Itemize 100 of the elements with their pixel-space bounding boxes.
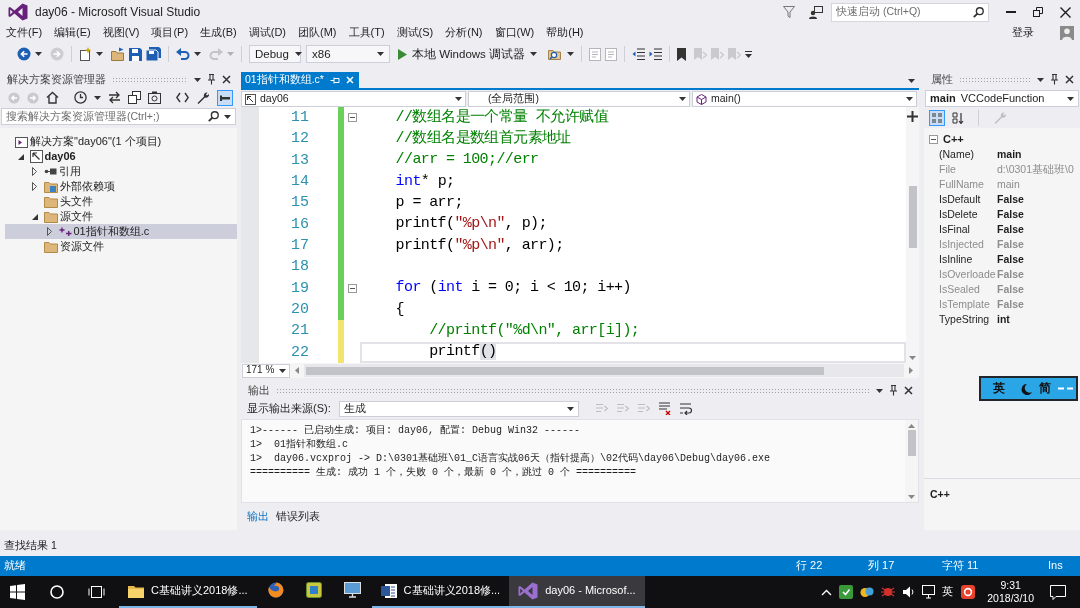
tree-item[interactable]: 资源文件 <box>44 239 104 254</box>
app-badge-icon[interactable] <box>961 585 976 599</box>
taskbar-button[interactable]: C基础讲义2018修... <box>119 576 257 608</box>
menu-item[interactable]: 测试(S) <box>390 26 440 40</box>
caret-icon[interactable] <box>876 388 883 393</box>
chevron-up-icon[interactable] <box>821 588 833 596</box>
task-view-icon[interactable] <box>88 586 105 598</box>
close-icon[interactable] <box>1060 6 1071 18</box>
caret-icon[interactable] <box>224 114 231 119</box>
menu-item[interactable]: 生成(B) <box>194 26 243 40</box>
open-folder-icon[interactable] <box>111 47 125 61</box>
ime-toolbar[interactable]: 英 简 <box>979 376 1078 401</box>
funnel-icon[interactable] <box>783 6 795 18</box>
vertical-scrollbar[interactable] <box>905 420 918 502</box>
scrollbar-thumb[interactable] <box>306 366 824 375</box>
search-field[interactable]: 搜索解决方案资源管理器(Ctrl+;) <box>1 108 236 125</box>
wrench-icon[interactable] <box>196 90 210 105</box>
clock-time[interactable]: 9:31 <box>1000 579 1021 592</box>
caret-icon[interactable] <box>1037 77 1044 82</box>
collapse-arrow-icon[interactable] <box>32 213 38 220</box>
scope-dropdown[interactable]: (全局范围) <box>468 91 690 107</box>
word-wrap-icon[interactable] <box>678 402 692 415</box>
start-debugging-button[interactable]: 本地 Windows 调试器 <box>395 45 541 63</box>
categorized-list-icon[interactable] <box>929 109 945 126</box>
notification-icon[interactable] <box>1050 584 1066 600</box>
taskbar-button[interactable]: day06 - Microsof... <box>509 576 645 608</box>
bookmark-icon[interactable] <box>677 47 687 61</box>
home-icon[interactable] <box>46 91 59 104</box>
speaker-icon[interactable] <box>902 585 916 599</box>
network-icon[interactable] <box>922 585 936 599</box>
scrollbar-thumb[interactable] <box>907 430 916 456</box>
close-icon[interactable] <box>904 386 913 395</box>
tree-item[interactable]: 解决方案"day06"(1 个项目) <box>15 134 162 149</box>
menu-item[interactable]: 项目(P) <box>145 26 195 40</box>
scroll-up-arrow-icon[interactable] <box>908 424 915 428</box>
save-icon[interactable] <box>129 47 142 61</box>
collapse-box-icon[interactable] <box>347 113 357 123</box>
sync-arrows-icon[interactable] <box>108 91 121 104</box>
input-language-indicator[interactable]: 英 <box>993 381 1005 396</box>
outdent-icon[interactable] <box>632 48 646 60</box>
quick-launch-field[interactable]: 快速启动 (Ctrl+Q) <box>831 2 989 22</box>
zoom-dropdown[interactable]: 171 % <box>242 363 290 378</box>
clock-date[interactable]: 2018/3/10 <box>987 592 1034 605</box>
tree-item[interactable]: 源文件 <box>31 209 93 224</box>
horizontal-scrollbar[interactable] <box>304 364 904 377</box>
collapse-box-icon[interactable] <box>929 135 938 144</box>
windows-logo-icon[interactable] <box>10 584 25 600</box>
feedback-icon[interactable] <box>809 5 823 19</box>
caret-icon[interactable] <box>94 95 101 100</box>
close-icon[interactable] <box>222 75 231 84</box>
back-icon[interactable] <box>17 47 31 61</box>
output-tab[interactable]: 输出 <box>245 509 271 524</box>
scroll-right-arrow-icon[interactable] <box>909 367 913 374</box>
check-badge-icon[interactable] <box>839 585 854 599</box>
expand-arrow-icon[interactable] <box>32 167 37 176</box>
pin-icon[interactable] <box>1050 74 1059 85</box>
dashes-icon[interactable] <box>1058 387 1073 390</box>
clock-icon[interactable] <box>74 91 87 104</box>
vertical-scrollbar[interactable] <box>906 107 919 363</box>
caret-icon[interactable] <box>567 52 575 56</box>
search-icon[interactable] <box>973 6 984 18</box>
pin-icon[interactable] <box>207 74 216 85</box>
menu-item[interactable]: 调试(D) <box>242 26 292 40</box>
user-silhouette-icon[interactable] <box>1060 26 1074 40</box>
menu-item[interactable]: 团队(M) <box>292 26 343 40</box>
tree-item[interactable]: 引用 <box>31 164 81 179</box>
code-brackets-icon[interactable] <box>176 91 189 104</box>
caret-icon[interactable] <box>194 77 201 82</box>
scroll-down-arrow-icon[interactable] <box>908 495 915 499</box>
bug-icon[interactable] <box>881 585 896 599</box>
scrollbar-thumb[interactable] <box>908 186 917 248</box>
expand-arrow-icon[interactable] <box>32 182 37 191</box>
sort-list-icon[interactable] <box>952 111 964 124</box>
tree-item[interactable]: 外部依赖项 <box>31 179 115 194</box>
script-mode-indicator[interactable]: 简 <box>1039 381 1051 396</box>
caret-icon[interactable] <box>96 52 103 56</box>
split-plus-icon[interactable] <box>907 111 918 122</box>
save-all-icon[interactable] <box>146 47 161 61</box>
project-dropdown[interactable]: day06 <box>241 91 466 107</box>
caret-icon[interactable] <box>194 52 201 56</box>
output-source-dropdown[interactable]: 生成 <box>338 400 579 417</box>
search-icon[interactable] <box>208 111 219 122</box>
object-selector[interactable]: main VCCodeFunction <box>925 90 1079 107</box>
menu-item[interactable]: 工具(T) <box>342 26 391 40</box>
close-icon[interactable] <box>1065 75 1074 84</box>
pin-icon[interactable] <box>889 385 898 396</box>
moon-icon[interactable] <box>1020 382 1032 395</box>
menu-item[interactable]: 分析(N) <box>439 26 489 40</box>
output-tab[interactable]: 错误列表 <box>274 509 322 524</box>
menu-item[interactable]: 编辑(E) <box>48 26 97 40</box>
tree-item[interactable]: day06 <box>16 149 76 164</box>
indent-icon[interactable] <box>649 48 663 60</box>
menu-item[interactable]: 视图(V) <box>96 26 146 40</box>
dash-toggle-icon[interactable] <box>217 89 233 106</box>
new-item-icon[interactable] <box>79 47 92 61</box>
member-dropdown[interactable]: main() <box>692 91 917 107</box>
tree-item[interactable]: 头文件 <box>44 194 93 209</box>
collapse-box-icon[interactable] <box>347 283 357 293</box>
input-language-indicator[interactable]: 英 <box>942 585 954 599</box>
sign-in-link[interactable]: 登录 <box>1012 26 1034 40</box>
